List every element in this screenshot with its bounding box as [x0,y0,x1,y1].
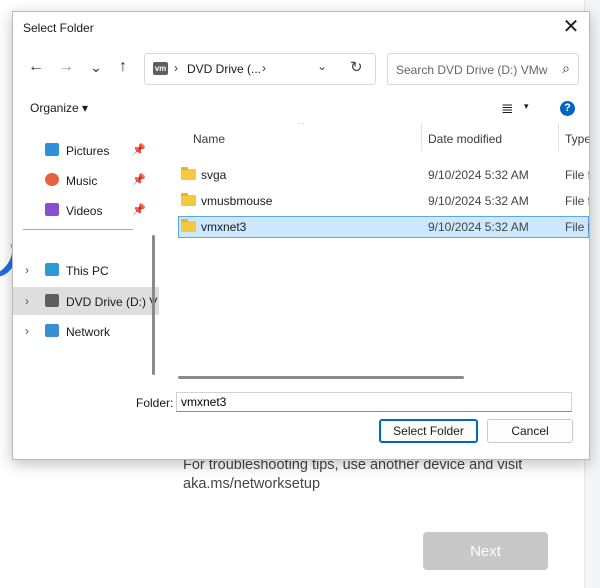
column-divider[interactable] [558,123,559,151]
forward-arrow-icon[interactable]: → [56,58,76,78]
breadcrumb-dvd-drive[interactable]: DVD Drive (... [187,62,261,76]
column-header-name[interactable]: Name [193,132,225,146]
pin-icon[interactable]: 📌 [132,143,146,156]
navigation-pane: Pictures 📌 Music 📌 Videos 📌 › This PC › … [13,123,159,381]
videos-icon [45,203,59,216]
address-bar[interactable]: vm › DVD Drive (... › ⌄ ↻ [144,53,376,85]
file-row-vmusbmouse[interactable]: vmusbmouse 9/10/2024 5:32 AM File fo [178,190,589,212]
up-arrow-icon[interactable]: ↑ [113,58,133,78]
folder-icon [181,167,196,180]
command-bar: Organize ▾ ≣ ▾ ? [13,95,589,123]
file-date: 9/10/2024 5:32 AM [428,220,529,234]
column-header-date-modified[interactable]: Date modified [428,132,502,146]
breadcrumb-separator[interactable]: › [174,61,178,75]
folder-label: Folder: [136,396,174,410]
file-date: 9/10/2024 5:32 AM [428,194,529,208]
dvd-drive-icon [45,294,59,307]
expand-chevron-icon[interactable]: › [25,294,29,308]
folder-icon [181,219,196,232]
address-dropdown-icon[interactable]: ⌄ [317,59,327,73]
network-icon [45,324,59,337]
file-type: File fo [565,168,589,182]
search-box[interactable]: ⌕ [387,53,579,85]
dialog-titlebar: Select Folder ✕ [13,12,589,44]
view-dropdown-icon[interactable]: ▾ [524,101,529,112]
nav-pane-scrollbar[interactable] [152,235,155,375]
view-options-icon[interactable]: ≣ [501,99,514,117]
troubleshooting-text: For troubleshooting tips, use another de… [183,457,523,492]
navigation-bar: ← → ⌄ ↑ vm › DVD Drive (... › ⌄ ↻ ⌕ [13,50,589,85]
nav-item-label: DVD Drive (D:) V [66,295,158,309]
nav-item-network[interactable]: › Network [13,317,159,345]
select-folder-button[interactable]: Select Folder [379,419,478,443]
recent-locations-chevron-icon[interactable]: ⌄ [86,58,106,78]
help-icon[interactable]: ? [560,101,575,116]
expand-chevron-icon[interactable]: › [25,324,29,338]
file-list-horizontal-scrollbar[interactable] [178,376,464,379]
breadcrumb-separator[interactable]: › [262,61,266,75]
expand-chevron-icon[interactable]: › [25,263,29,277]
nav-item-label: This PC [66,264,109,278]
sort-ascending-icon: ^ [299,123,304,130]
music-icon [45,173,59,186]
dvd-drive-icon: vm [153,62,168,75]
search-icon[interactable]: ⌕ [562,60,570,77]
next-button[interactable]: Next [423,532,548,570]
back-arrow-icon[interactable]: ← [26,58,46,78]
nav-item-pictures[interactable]: Pictures 📌 [13,136,159,164]
nav-item-label: Music [66,174,98,188]
pin-icon[interactable]: 📌 [132,173,146,186]
nav-divider [23,229,133,230]
pictures-icon [45,143,59,156]
file-date: 9/10/2024 5:32 AM [428,168,529,182]
close-icon[interactable]: ✕ [559,16,583,40]
folder-name-input[interactable] [176,392,572,412]
nav-item-label: Videos [66,204,103,218]
column-divider[interactable] [421,123,422,151]
file-row-svga[interactable]: svga 9/10/2024 5:32 AM File fo [178,164,589,186]
search-input[interactable] [394,60,550,80]
file-name: vmxnet3 [201,220,247,234]
dialog-title: Select Folder [23,21,94,35]
nav-item-videos[interactable]: Videos 📌 [13,196,159,224]
file-list: ^ Name Date modified Type svga 9/10/2024… [162,123,589,381]
nav-item-this-pc[interactable]: › This PC [13,256,159,284]
pin-icon[interactable]: 📌 [132,203,146,216]
cancel-button[interactable]: Cancel [487,419,573,443]
nav-item-label: Network [66,325,111,339]
file-type: File fo [565,220,589,234]
refresh-icon[interactable]: ↻ [350,58,363,76]
file-type: File fo [565,194,589,208]
organize-menu-button[interactable]: Organize ▾ [30,101,88,115]
nav-item-dvd-drive[interactable]: › DVD Drive (D:) V [13,287,159,315]
nav-item-music[interactable]: Music 📌 [13,166,159,194]
select-folder-dialog: Select Folder ✕ ← → ⌄ ↑ vm › DVD Drive (… [12,11,590,460]
nav-item-label: Pictures [66,144,110,158]
column-header-type[interactable]: Type [565,132,589,146]
file-name: svga [201,168,227,182]
file-row-vmxnet3[interactable]: vmxnet3 9/10/2024 5:32 AM File fo [178,216,589,238]
folder-icon [181,193,196,206]
file-name: vmusbmouse [201,194,273,208]
this-pc-icon [45,263,59,276]
